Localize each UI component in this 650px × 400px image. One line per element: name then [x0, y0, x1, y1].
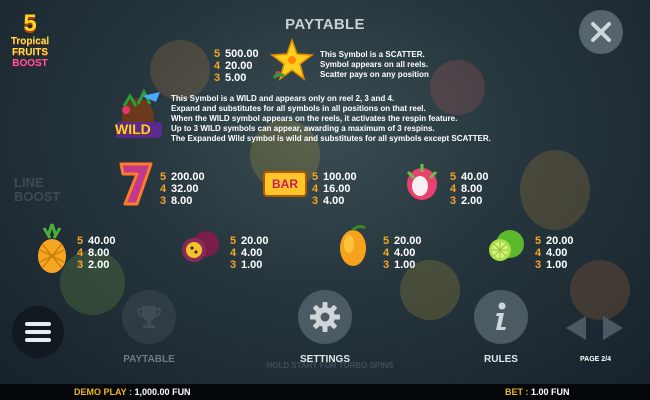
- demo-balance: DEMO PLAY : 1,000.00 FUN: [74, 384, 191, 400]
- seven-pays: 5 200.00 4 32.00 3 8.00: [160, 171, 205, 207]
- passionfruit-pays: 5 20.00 4 4.00 3 1.00: [230, 235, 269, 271]
- page-indicator: PAGE 2/4: [580, 356, 611, 363]
- hamburger-icon-line: [25, 330, 51, 334]
- logo-line-1: Tropical: [10, 36, 50, 47]
- paytable-button-label: PAYTABLE: [123, 354, 175, 365]
- page-title: PAYTABLE: [285, 16, 365, 33]
- next-page-arrow-icon[interactable]: [603, 316, 623, 340]
- info-icon: [496, 302, 506, 330]
- previous-page-arrow-icon[interactable]: [566, 316, 586, 340]
- turbo-spin-hint: HOLD START FOR TURBO SPINS: [266, 361, 394, 370]
- bet-display: BET : 1.00 FUN: [505, 384, 570, 400]
- gear-icon: [310, 302, 340, 332]
- line-boost-background-label: LINE BOOST: [14, 175, 61, 204]
- background-fruit: [520, 150, 590, 230]
- mango-pays: 5 20.00 4 4.00 3 1.00: [383, 235, 422, 271]
- logo-line-2: FRUITS: [11, 47, 49, 58]
- rules-button-label: RULES: [484, 354, 518, 365]
- logo-line-3: BOOST: [12, 58, 48, 69]
- balance-value: 1,000.00 FUN: [134, 387, 191, 397]
- background-fruit: [570, 260, 630, 320]
- scatter-pays: 5 500.00 4 20.00 3 5.00: [214, 48, 259, 84]
- bar-symbol-label: BAR: [272, 177, 298, 191]
- paytable-screen: LINE BOOST 5 Tropical FRUITS BOOST PAYTA…: [0, 0, 650, 384]
- wild-label: WILD: [115, 121, 151, 137]
- trophy-icon: [136, 306, 162, 328]
- lime-symbol-icon: [489, 230, 524, 261]
- settings-button[interactable]: [298, 290, 352, 344]
- footer-bar: DEMO PLAY : 1,000.00 FUN BET : 1.00 FUN: [0, 384, 650, 400]
- mango-symbol-icon: [340, 224, 366, 266]
- wild-icon: [116, 88, 162, 138]
- dragonfruit-pays: 5 40.00 4 8.00 3 2.00: [450, 171, 489, 207]
- hamburger-icon-line: [25, 338, 51, 342]
- pineapple-pays: 5 40.00 4 8.00 3 2.00: [77, 235, 116, 271]
- scatter-description: This Symbol is a SCATTER. Symbol appears…: [320, 50, 429, 79]
- lime-pays: 5 20.00 4 4.00 3 1.00: [535, 235, 574, 271]
- passionfruit-symbol-icon: [182, 231, 219, 262]
- dragonfruit-symbol-icon: [406, 164, 438, 200]
- paytable-button[interactable]: [122, 290, 176, 344]
- close-icon: [591, 22, 611, 42]
- bet-label: BET :: [505, 387, 529, 397]
- bar-symbol-icon: BAR: [263, 171, 307, 197]
- star-scatter-icon: [270, 38, 314, 81]
- bar-pays: 5 100.00 4 16.00 3 4.00: [312, 171, 357, 207]
- seven-symbol-icon: [119, 162, 153, 206]
- close-button[interactable]: [579, 10, 623, 54]
- rules-button[interactable]: [474, 290, 528, 344]
- wild-description: This Symbol is a WILD and appears only o…: [171, 94, 491, 143]
- demo-label: DEMO PLAY :: [74, 387, 133, 397]
- menu-button[interactable]: [12, 306, 64, 358]
- pineapple-symbol-icon: [38, 223, 66, 273]
- bet-value: 1.00 FUN: [531, 387, 570, 397]
- hamburger-icon-line: [25, 322, 51, 326]
